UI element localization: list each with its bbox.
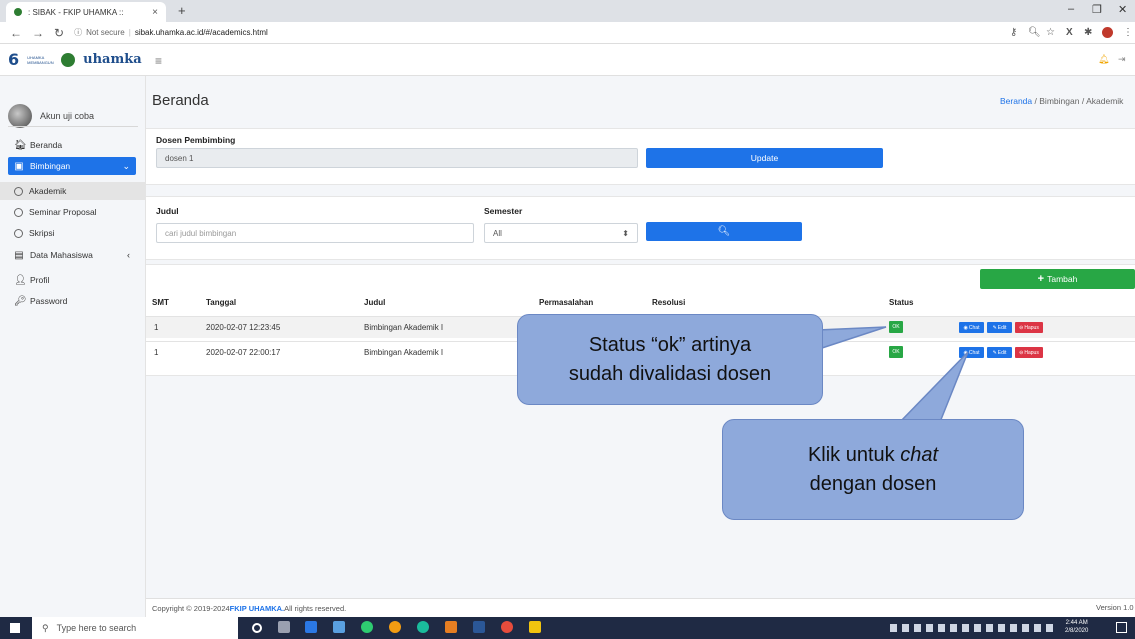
chat-callout-text: Klik untuk [807, 443, 901, 466]
taskbar-search-input: Type here to search [56, 623, 137, 633]
search-icon: ⚲ [42, 622, 49, 633]
word-icon[interactable] [473, 621, 485, 633]
chat-callout-pointer [898, 351, 969, 423]
clock[interactable]: 2:44 AM 2/8/2020 [1065, 619, 1088, 635]
copyright-text: Copyright © 2019-2024 [152, 603, 230, 613]
footer: Copyright © 2019-2024 FKIP UHAMKA. All r… [146, 598, 1135, 617]
taskbar-search[interactable]: ⚲ Type here to search [32, 617, 238, 639]
app-icon[interactable] [361, 621, 373, 633]
windows-start-icon[interactable] [10, 623, 20, 633]
clock-time: 2:44 AM [1065, 620, 1088, 626]
clock-date: 2/8/2020 [1065, 628, 1089, 634]
task-view-icon[interactable] [278, 621, 290, 633]
chat-callout: Klik untuk chat dengan dosen [722, 419, 1024, 520]
status-callout-line2: sudah divalidasi dosen [568, 362, 772, 385]
mail-icon[interactable] [333, 621, 345, 633]
status-callout: Status “ok” artinya sudah divalidasi dos… [517, 314, 823, 405]
system-tray-icons[interactable] [890, 624, 1055, 632]
notification-icon[interactable] [1116, 622, 1127, 633]
status-callout-pointer [817, 326, 887, 349]
chat-callout-line2: dengan dosen [809, 472, 937, 495]
copyright-org-link[interactable]: FKIP UHAMKA. [230, 604, 284, 613]
chrome-icon[interactable] [389, 621, 401, 633]
chat-callout-line1: Klik untuk chat [723, 441, 1023, 470]
cortana-icon[interactable] [252, 623, 262, 633]
chat-callout-emphasis: chat [900, 443, 939, 466]
copyright-suffix: All rights reserved. [284, 603, 347, 613]
app2-icon[interactable] [529, 621, 541, 633]
firefox-icon[interactable] [445, 621, 457, 633]
status-callout-line1: Status “ok” artinya [588, 333, 752, 356]
edge-icon[interactable] [417, 621, 429, 633]
version-label: Version 1.0 [1096, 603, 1134, 612]
chrome-active-icon[interactable] [501, 621, 513, 633]
explorer-icon[interactable] [305, 621, 317, 633]
